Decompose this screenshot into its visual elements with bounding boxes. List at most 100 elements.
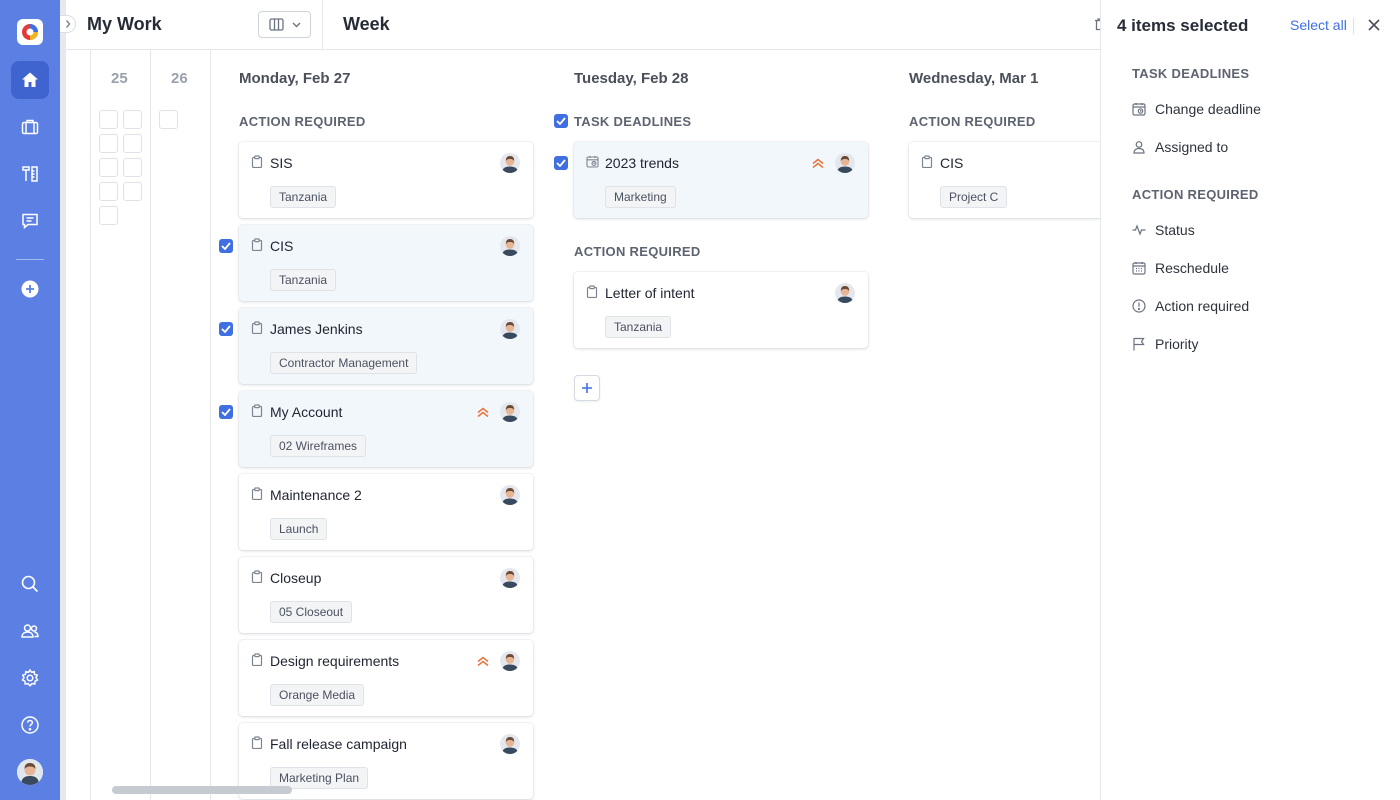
assignee-avatar[interactable] [500, 568, 520, 588]
check-icon [221, 408, 231, 416]
reschedule-action[interactable]: Reschedule [1131, 258, 1229, 278]
mini-task-box[interactable] [99, 110, 118, 129]
check-icon [556, 159, 566, 167]
mini-task-box[interactable] [99, 182, 118, 201]
assignee-avatar[interactable] [500, 153, 520, 173]
pulse-icon [1131, 223, 1146, 238]
rail-help-button[interactable] [11, 706, 49, 744]
project-tag[interactable]: Tanzania [605, 316, 672, 338]
assignee-avatar[interactable] [500, 402, 520, 422]
mini-task-box[interactable] [123, 182, 142, 201]
assignee-avatar[interactable] [835, 153, 855, 173]
day-header: Tuesday, Feb 28 [574, 70, 689, 87]
clipboard-icon [251, 570, 263, 588]
mini-task-box[interactable] [123, 158, 142, 177]
assignee-avatar[interactable] [500, 319, 520, 339]
task-checkbox[interactable] [554, 156, 568, 170]
project-tag[interactable]: Tanzania [270, 186, 337, 208]
section-action-required: ACTION REQUIRED [909, 114, 1036, 129]
project-tag[interactable]: Launch [270, 518, 328, 540]
section-checkbox[interactable] [554, 114, 568, 128]
people-icon [21, 624, 39, 638]
status-action[interactable]: Status [1131, 220, 1195, 240]
panel-edge-strip [60, 0, 66, 800]
rail-projects-button[interactable] [11, 108, 49, 146]
panel-section-heading: TASK DEADLINES [1132, 66, 1250, 81]
action-required-action[interactable]: Action required [1131, 296, 1249, 316]
close-panel-button[interactable] [1366, 17, 1382, 33]
rail-add-button[interactable] [11, 270, 49, 308]
assignee-avatar[interactable] [500, 485, 520, 505]
mini-task-box[interactable] [123, 110, 142, 129]
clipboard-icon [586, 285, 598, 303]
assignee-avatar[interactable] [500, 236, 520, 256]
app-logo-icon[interactable] [17, 19, 43, 45]
horizontal-scrollbar[interactable] [112, 786, 292, 794]
task-card[interactable]: CIS Tanzania [239, 225, 533, 301]
mini-task-box[interactable] [99, 134, 118, 153]
section-action-required: ACTION REQUIRED [239, 114, 366, 129]
clipboard-icon [251, 404, 263, 422]
assignee-avatar[interactable] [500, 651, 520, 671]
assigned-to-action[interactable]: Assigned to [1131, 137, 1228, 157]
search-icon [21, 575, 39, 593]
rail-tools-button[interactable] [11, 155, 49, 193]
top-bar [66, 0, 1100, 50]
high-priority-icon [811, 156, 825, 174]
mini-task-box[interactable] [99, 158, 118, 177]
project-tag[interactable]: Contractor Management [270, 352, 418, 374]
project-tag[interactable]: 05 Closeout [270, 601, 353, 623]
flag-icon [1131, 337, 1146, 352]
panel-header-divider [1353, 18, 1354, 34]
alert-circle-icon [1131, 299, 1146, 314]
project-tag[interactable]: Project C [940, 186, 1008, 208]
action-label: Assigned to [1155, 139, 1229, 155]
task-title: James Jenkins [270, 321, 363, 337]
task-card[interactable]: SIS Tanzania [239, 142, 533, 218]
mini-day-label: 26 [171, 70, 188, 87]
rail-people-button[interactable] [11, 612, 49, 650]
mini-task-box[interactable] [123, 134, 142, 153]
mini-task-box[interactable] [159, 110, 178, 129]
task-card[interactable]: 2023 trends Marketing [574, 142, 868, 218]
task-card[interactable]: Maintenance 2 Launch [239, 474, 533, 550]
rail-messages-button[interactable] [11, 202, 49, 240]
home-icon [22, 72, 38, 87]
task-card[interactable]: My Account 02 Wireframes [239, 391, 533, 467]
task-card[interactable]: Letter of intent Tanzania [574, 272, 868, 348]
task-card[interactable]: Design requirements Orange Media [239, 640, 533, 716]
project-tag[interactable]: Marketing [605, 186, 676, 208]
project-tag[interactable]: 02 Wireframes [270, 435, 367, 457]
view-title: Week [343, 14, 390, 34]
add-task-button[interactable] [574, 375, 600, 401]
mini-task-box[interactable] [99, 206, 118, 225]
project-tag[interactable]: Tanzania [270, 269, 337, 291]
assignee-avatar[interactable] [835, 283, 855, 303]
briefcase-icon [21, 119, 39, 135]
rail-search-button[interactable] [11, 565, 49, 603]
column-divider [90, 50, 91, 800]
change-deadline-action[interactable]: Change deadline [1131, 99, 1261, 119]
clipboard-icon [921, 155, 933, 173]
rail-home-button[interactable] [11, 61, 49, 99]
task-card[interactable]: Closeup 05 Closeout [239, 557, 533, 633]
task-checkbox[interactable] [219, 322, 233, 336]
user-avatar[interactable] [17, 759, 43, 785]
clipboard-icon [251, 321, 263, 339]
priority-action[interactable]: Priority [1131, 334, 1199, 354]
plus-icon [582, 383, 592, 393]
assignee-avatar[interactable] [500, 734, 520, 754]
select-all-link[interactable]: Select all [1290, 17, 1347, 33]
rail-settings-button[interactable] [11, 659, 49, 697]
action-label: Change deadline [1155, 101, 1261, 117]
task-checkbox[interactable] [219, 239, 233, 253]
clipboard-icon [251, 736, 263, 754]
high-priority-icon [476, 654, 490, 672]
project-tag[interactable]: Orange Media [270, 684, 365, 706]
trash-icon[interactable] [1093, 17, 1100, 31]
day-header: Monday, Feb 27 [239, 70, 351, 87]
view-switcher-button[interactable] [258, 11, 311, 38]
task-card[interactable]: James Jenkins Contractor Management [239, 308, 533, 384]
task-checkbox[interactable] [219, 405, 233, 419]
task-title: SIS [270, 155, 293, 171]
